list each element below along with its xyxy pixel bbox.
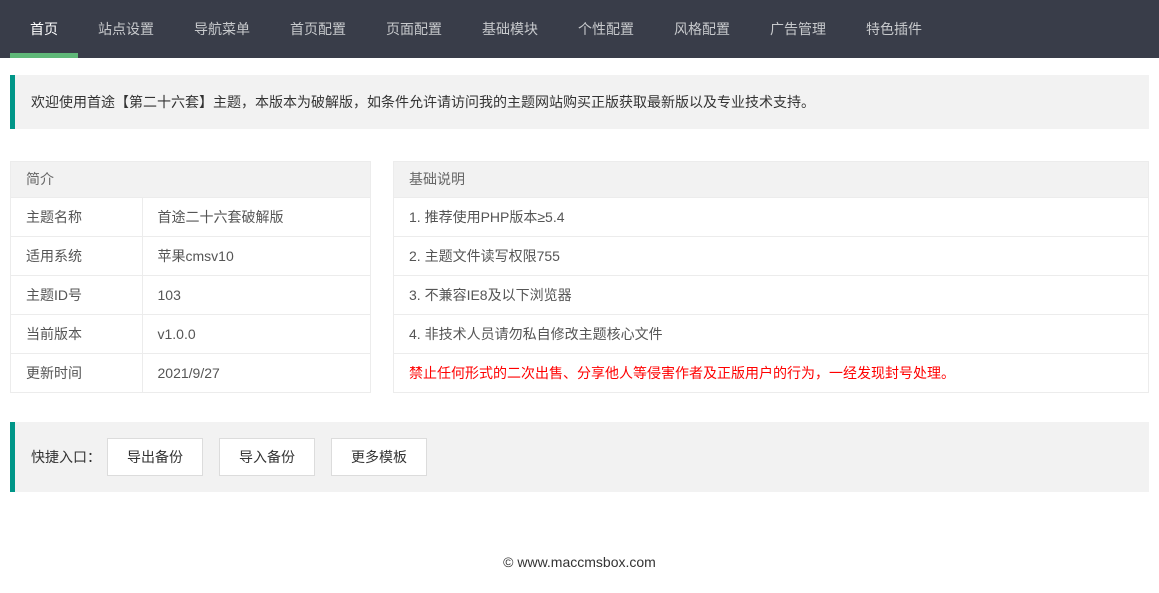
nav-tab-home[interactable]: 首页 (10, 0, 78, 58)
nav-tab-page-config[interactable]: 页面配置 (366, 0, 462, 58)
theme-id-value: 103 (142, 276, 370, 315)
intro-table: 主题名称 首途二十六套破解版 适用系统 苹果cmsv10 主题ID号 103 当… (11, 198, 370, 392)
table-row: 当前版本 v1.0.0 (11, 315, 370, 354)
nav-tab-style-config[interactable]: 风格配置 (654, 0, 750, 58)
main-content: 欢迎使用首途【第二十六套】主题，本版本为破解版，如条件允许请访问我的主题网站购买… (0, 75, 1159, 570)
nav-tab-featured-plugins[interactable]: 特色插件 (846, 0, 942, 58)
update-time-value: 2021/9/27 (142, 354, 370, 393)
table-row: 主题名称 首途二十六套破解版 (11, 198, 370, 237)
welcome-banner: 欢迎使用首途【第二十六套】主题，本版本为破解版，如条件允许请访问我的主题网站购买… (10, 75, 1149, 129)
version-label: 当前版本 (11, 315, 142, 354)
welcome-text: 欢迎使用首途【第二十六套】主题，本版本为破解版，如条件允许请访问我的主题网站购买… (31, 94, 815, 110)
notes-panel-title: 基础说明 (394, 162, 1148, 198)
theme-id-label: 主题ID号 (11, 276, 142, 315)
intro-panel-title: 简介 (11, 162, 370, 198)
table-row: 适用系统 苹果cmsv10 (11, 237, 370, 276)
table-row: 更新时间 2021/9/27 (11, 354, 370, 393)
system-label: 适用系统 (11, 237, 142, 276)
note-item: 2. 主题文件读写权限755 (394, 237, 1148, 276)
nav-tab-ad-management[interactable]: 广告管理 (750, 0, 846, 58)
nav-tab-home-config[interactable]: 首页配置 (270, 0, 366, 58)
footer: © www.maccmsbox.com (10, 554, 1149, 570)
notes-panel: 基础说明 1. 推荐使用PHP版本≥5.4 2. 主题文件读写权限755 3. … (393, 161, 1149, 393)
system-value: 苹果cmsv10 (142, 237, 370, 276)
more-templates-button[interactable]: 更多模板 (331, 438, 427, 476)
info-panels: 简介 主题名称 首途二十六套破解版 适用系统 苹果cmsv10 主题ID号 10… (10, 161, 1149, 393)
quick-entry-bar: 快捷入口： 导出备份 导入备份 更多模板 (10, 422, 1149, 492)
warning-text: 禁止任何形式的二次出售、分享他人等侵害作者及正版用户的行为，一经发现封号处理。 (394, 354, 1148, 392)
export-backup-button[interactable]: 导出备份 (107, 438, 203, 476)
version-value: v1.0.0 (142, 315, 370, 354)
theme-name-value: 首途二十六套破解版 (142, 198, 370, 237)
copyright-text: © www.maccmsbox.com (503, 554, 656, 570)
import-backup-button[interactable]: 导入备份 (219, 438, 315, 476)
nav-tab-basic-modules[interactable]: 基础模块 (462, 0, 558, 58)
table-row: 主题ID号 103 (11, 276, 370, 315)
quick-entry-label: 快捷入口： (31, 439, 101, 475)
note-item: 4. 非技术人员请勿私自修改主题核心文件 (394, 315, 1148, 354)
theme-name-label: 主题名称 (11, 198, 142, 237)
intro-panel: 简介 主题名称 首途二十六套破解版 适用系统 苹果cmsv10 主题ID号 10… (10, 161, 371, 393)
nav-tab-site-settings[interactable]: 站点设置 (78, 0, 174, 58)
nav-tab-personality-config[interactable]: 个性配置 (558, 0, 654, 58)
nav-tab-nav-menu[interactable]: 导航菜单 (174, 0, 270, 58)
top-nav: 首页 站点设置 导航菜单 首页配置 页面配置 基础模块 个性配置 风格配置 广告… (0, 0, 1159, 58)
note-item: 1. 推荐使用PHP版本≥5.4 (394, 198, 1148, 237)
update-time-label: 更新时间 (11, 354, 142, 393)
note-item: 3. 不兼容IE8及以下浏览器 (394, 276, 1148, 315)
